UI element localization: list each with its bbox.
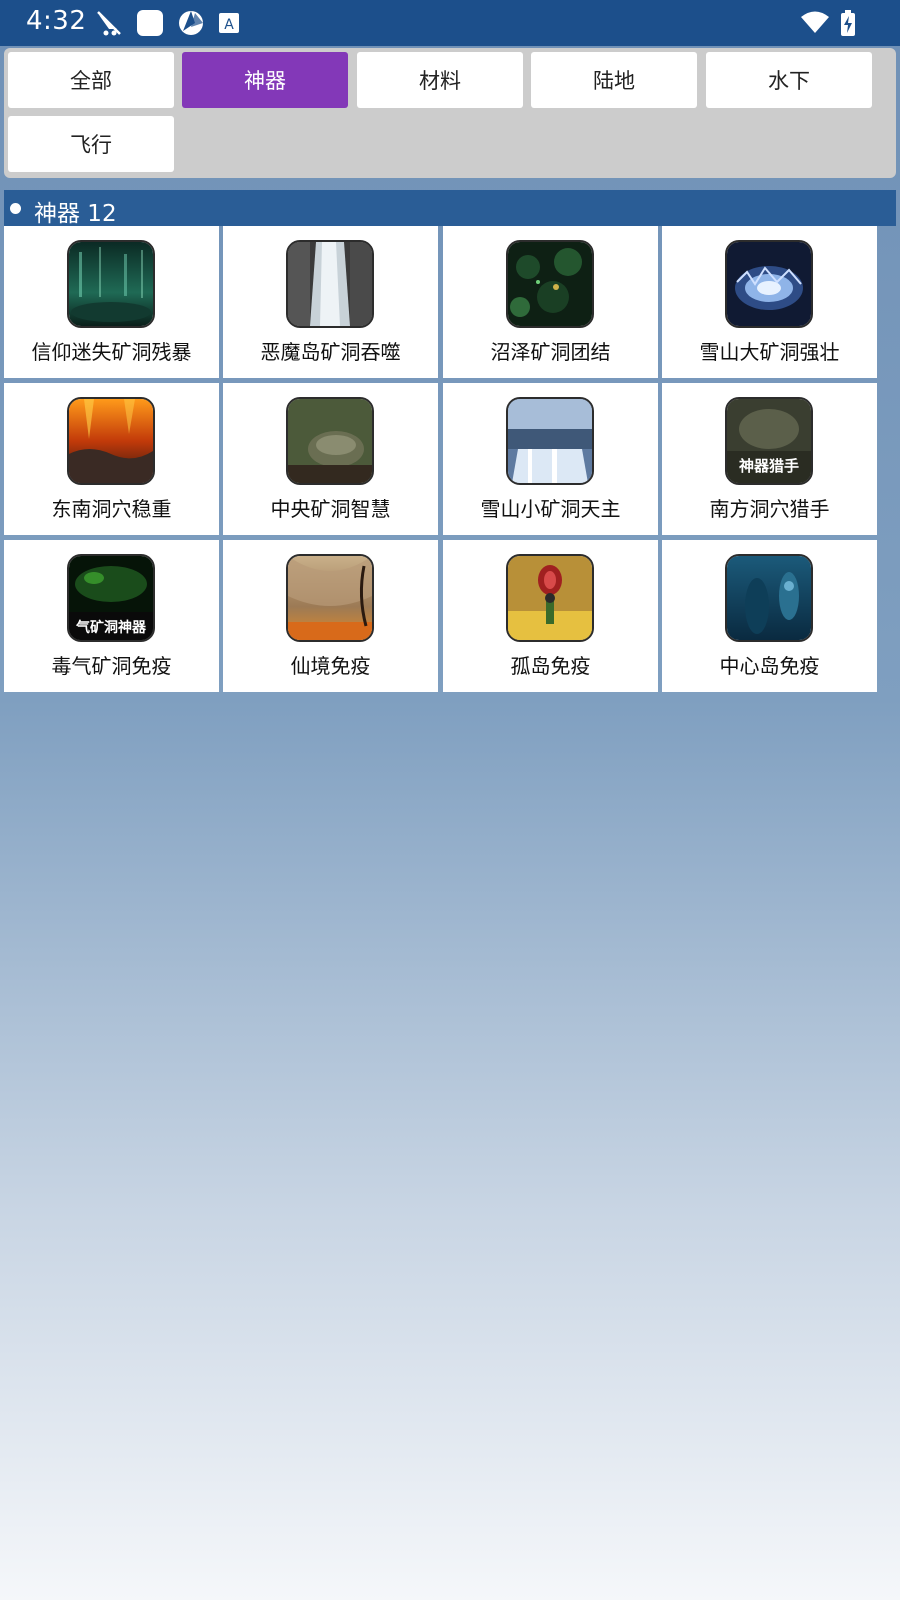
item-label: 孤岛免疫 bbox=[510, 654, 591, 678]
grid-item[interactable]: 雪山小矿洞天主 bbox=[443, 383, 658, 535]
underwater-image bbox=[725, 554, 813, 642]
wonderland-image bbox=[286, 554, 374, 642]
status-bar: 4:32 A bbox=[0, 0, 900, 46]
filter-artifact-button[interactable]: 神器 bbox=[182, 52, 348, 108]
filter-material-button[interactable]: 材料 bbox=[357, 52, 523, 108]
item-label: 东南洞穴稳重 bbox=[51, 497, 172, 521]
app-square-icon bbox=[136, 9, 164, 37]
no-signal-satellite-icon bbox=[95, 9, 123, 37]
item-label: 雪山小矿洞天主 bbox=[480, 497, 621, 521]
item-label: 仙境免疫 bbox=[290, 654, 371, 678]
svg-text:A: A bbox=[224, 17, 234, 33]
battery-charging-icon bbox=[840, 9, 856, 37]
grid-item[interactable]: 恶魔岛矿洞吞噬 bbox=[223, 226, 438, 378]
grid-item[interactable]: 中央矿洞智慧 bbox=[223, 383, 438, 535]
item-label: 中央矿洞智慧 bbox=[270, 497, 391, 521]
status-time: 4:32 bbox=[26, 6, 87, 36]
thumb-overlay-text: 气矿洞神器 bbox=[75, 619, 147, 636]
grid-item[interactable]: 气矿洞神器 毒气矿洞免疫 bbox=[4, 540, 219, 692]
grid-item[interactable]: 神器猎手 南方洞穴猎手 bbox=[662, 383, 877, 535]
text-a-icon: A bbox=[218, 9, 240, 37]
hunter-cave-image: 神器猎手 bbox=[725, 397, 813, 485]
wifi-icon bbox=[800, 9, 830, 37]
item-label: 毒气矿洞免疫 bbox=[51, 654, 172, 678]
filter-panel: 全部 神器 材料 陆地 水下 飞行 bbox=[4, 48, 896, 178]
grid-item[interactable]: 孤岛免疫 bbox=[443, 540, 658, 692]
thumb-overlay-text: 神器猎手 bbox=[739, 457, 799, 475]
waterfall-image bbox=[286, 240, 374, 328]
filter-flying-button[interactable]: 飞行 bbox=[8, 116, 174, 172]
island-image bbox=[506, 554, 594, 642]
filter-land-button[interactable]: 陆地 bbox=[531, 52, 697, 108]
bullet-dot-icon bbox=[10, 203, 21, 214]
grid-item[interactable]: 中心岛免疫 bbox=[662, 540, 877, 692]
snow-waterfall-image bbox=[506, 397, 594, 485]
toxic-cave-image: 气矿洞神器 bbox=[67, 554, 155, 642]
section-title: 神器 12 bbox=[34, 201, 117, 227]
green-cave-image bbox=[67, 240, 155, 328]
filter-all-button[interactable]: 全部 bbox=[8, 52, 174, 108]
item-label: 雪山大矿洞强壮 bbox=[699, 340, 840, 364]
aperture-icon bbox=[177, 9, 205, 37]
lava-cave-image bbox=[67, 397, 155, 485]
grid-item[interactable]: 雪山大矿洞强壮 bbox=[662, 226, 877, 378]
rock-cave-image bbox=[286, 397, 374, 485]
grid-item[interactable]: 沼泽矿洞团结 bbox=[443, 226, 658, 378]
ice-cave-image bbox=[725, 240, 813, 328]
swamp-cave-image bbox=[506, 240, 594, 328]
grid-item[interactable]: 仙境免疫 bbox=[223, 540, 438, 692]
grid-item[interactable]: 信仰迷失矿洞残暴 bbox=[4, 226, 219, 378]
section-header: 神器 12 bbox=[4, 190, 896, 227]
filter-underwater-button[interactable]: 水下 bbox=[706, 52, 872, 108]
grid-item[interactable]: 东南洞穴稳重 bbox=[4, 383, 219, 535]
item-label: 南方洞穴猎手 bbox=[709, 497, 830, 521]
item-label: 恶魔岛矿洞吞噬 bbox=[260, 340, 401, 364]
item-label: 信仰迷失矿洞残暴 bbox=[31, 340, 192, 364]
item-label: 中心岛免疫 bbox=[719, 654, 820, 678]
item-label: 沼泽矿洞团结 bbox=[490, 340, 611, 364]
